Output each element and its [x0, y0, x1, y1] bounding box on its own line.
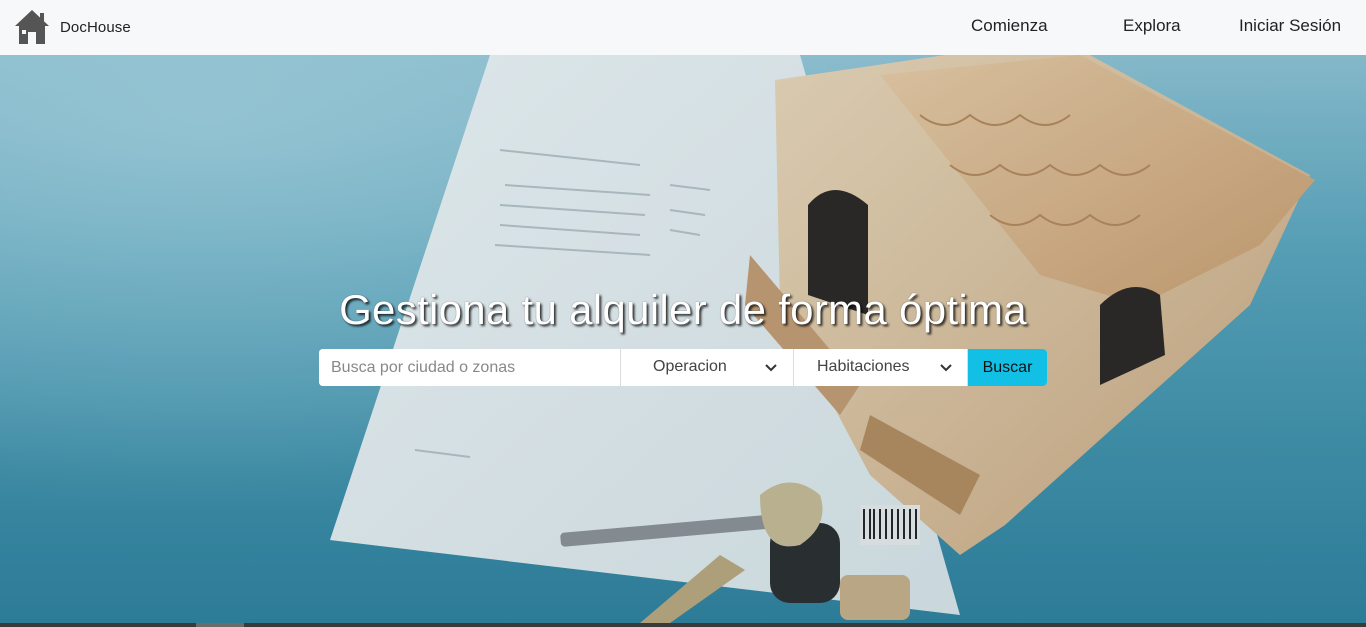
scrollbar-thumb[interactable] [196, 623, 244, 627]
horizontal-scrollbar[interactable] [0, 623, 1366, 627]
navbar: DocHouse Comienza Explora Iniciar Sesión [0, 0, 1366, 55]
hero-section [0, 55, 1366, 623]
rooms-select-value: Habitaciones [817, 358, 910, 375]
search-bar: Operacion Habitaciones Buscar [319, 349, 1047, 386]
rooms-select[interactable]: Habitaciones [794, 349, 968, 386]
brand-logo-link[interactable]: DocHouse [14, 8, 131, 46]
search-input[interactable] [319, 349, 621, 386]
chevron-down-icon [765, 364, 777, 372]
brand-name: DocHouse [60, 18, 131, 36]
chevron-down-icon [940, 364, 952, 372]
house-icon [15, 10, 49, 44]
nav-link-iniciar-sesion[interactable]: Iniciar Sesión [1239, 16, 1341, 36]
operation-select-value: Operacion [653, 358, 727, 375]
nav-link-explora[interactable]: Explora [1123, 16, 1181, 36]
hero-background-image [0, 55, 1366, 623]
search-button[interactable]: Buscar [968, 349, 1047, 386]
nav-link-comienza[interactable]: Comienza [971, 16, 1048, 36]
operation-select[interactable]: Operacion [621, 349, 794, 386]
hero-title: Gestiona tu alquiler de forma óptima [339, 286, 1027, 333]
